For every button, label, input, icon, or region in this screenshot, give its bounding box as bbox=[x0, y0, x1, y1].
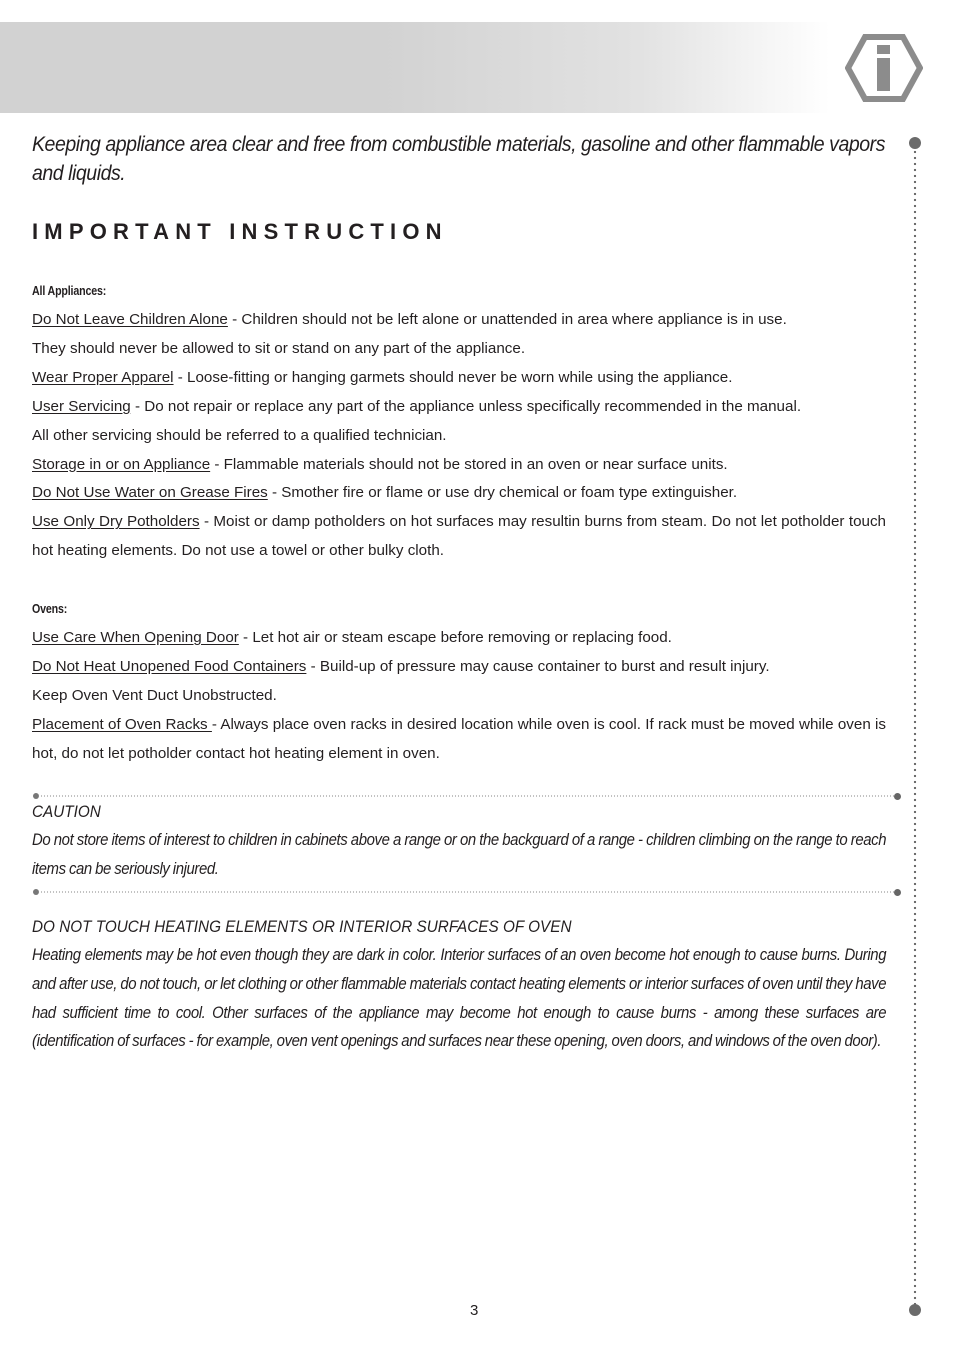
list-item-continuation: All other servicing should be referred t… bbox=[32, 426, 447, 444]
subheading-all-appliances: All Appliances: bbox=[32, 283, 107, 298]
item-title: User Servicing bbox=[32, 397, 131, 415]
warning-text: Heating elements may be hot even though … bbox=[32, 945, 887, 1051]
item-text: - Flammable materials should not be stor… bbox=[210, 455, 728, 473]
intro-block: Keeping appliance area clear and free fr… bbox=[32, 130, 886, 188]
list-item: Use Only Dry Potholders - Moist or damp … bbox=[32, 508, 886, 566]
intro-text: Keeping appliance area clear and free fr… bbox=[32, 133, 885, 185]
item-title: Placement of Oven Racks bbox=[32, 715, 212, 733]
item-text: - Let hot air or steam escape before rem… bbox=[238, 629, 672, 646]
rail-dot-bottom bbox=[909, 1304, 921, 1316]
item-title: Do Not Leave Children Alone bbox=[32, 311, 228, 328]
page-number: 3 bbox=[470, 1302, 479, 1319]
caution-block: CAUTION Do not store items of interest t… bbox=[32, 797, 887, 884]
item-text: - Build-up of pressure may cause contain… bbox=[306, 657, 770, 675]
subheading-ovens: Ovens: bbox=[32, 601, 68, 616]
list-item: User Servicing - Do not repair or replac… bbox=[32, 393, 886, 422]
item-title: Do Not Heat Unopened Food Containers bbox=[32, 657, 307, 675]
list-item: Keep Oven Vent Duct Unobstructed. bbox=[32, 686, 277, 704]
item-text: - Do not repair or replace any part of t… bbox=[130, 397, 802, 415]
list-item: Wear Proper Apparel - Loose-fitting or h… bbox=[32, 364, 886, 393]
item-title: Use Only Dry Potholders bbox=[32, 513, 200, 531]
item-text: - Smother fire or flame or use dry chemi… bbox=[267, 484, 738, 502]
list-item: Use Care When Opening Door - Let hot air… bbox=[32, 624, 886, 653]
list-item-continuation: They should never be allowed to sit or s… bbox=[32, 339, 526, 357]
item-title: Wear Proper Apparel bbox=[32, 368, 174, 386]
caution-text: Do not store items of interest to childr… bbox=[32, 830, 887, 878]
all-appliances-list: Do Not Leave Children Alone - Children s… bbox=[32, 306, 886, 566]
item-title: Storage in or on Appliance bbox=[32, 455, 211, 473]
rail-dot-top bbox=[909, 137, 921, 149]
dotted-margin-rail bbox=[913, 143, 917, 1311]
item-title: Do Not Use Water on Grease Fires bbox=[32, 484, 268, 502]
warning-block: DO NOT TOUCH HEATING ELEMENTS OR INTERIO… bbox=[32, 912, 887, 1056]
warning-title: DO NOT TOUCH HEATING ELEMENTS OR INTERIO… bbox=[32, 917, 572, 936]
item-text: - Loose-fitting or hanging garmets shoul… bbox=[173, 368, 733, 386]
dotted-divider bbox=[33, 889, 901, 896]
item-title: Use Care When Opening Door bbox=[32, 629, 239, 646]
list-item: Do Not Leave Children Alone - Children s… bbox=[32, 306, 886, 335]
header-band bbox=[0, 22, 860, 113]
info-hexagon-icon bbox=[845, 34, 923, 102]
caution-title: CAUTION bbox=[32, 802, 101, 821]
list-item: Placement of Oven Racks - Always place o… bbox=[32, 711, 886, 769]
list-item: Do Not Use Water on Grease Fires - Smoth… bbox=[32, 479, 886, 508]
list-item: Do Not Heat Unopened Food Containers - B… bbox=[32, 653, 886, 682]
section-title: IMPORTANT INSTRUCTION bbox=[32, 219, 448, 244]
ovens-list: Use Care When Opening Door - Let hot air… bbox=[32, 624, 886, 769]
list-item: Storage in or on Appliance - Flammable m… bbox=[32, 451, 886, 480]
item-text: - Children should not be left alone or u… bbox=[227, 311, 787, 328]
